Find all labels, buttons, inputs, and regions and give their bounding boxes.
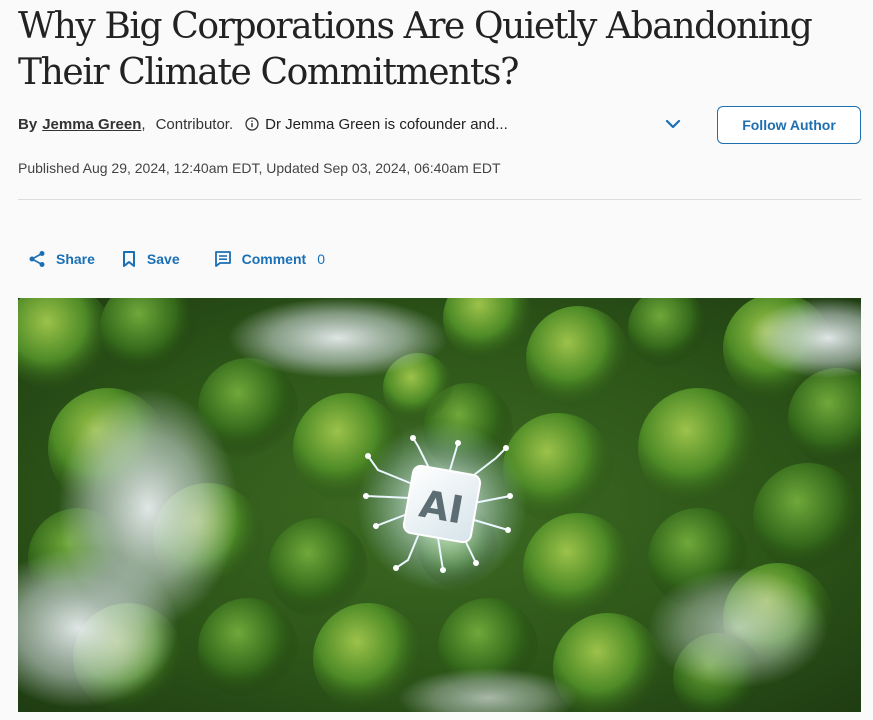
save-label: Save [146,251,180,267]
info-icon [245,117,259,131]
ai-chip-label: AI [416,482,467,533]
publish-date: Published Aug 29, 2024, 12:40am EDT, Upd… [18,160,501,176]
hero-image: AI [18,298,861,712]
comment-label: Comment [241,251,307,267]
share-icon [29,251,45,267]
divider [18,199,861,200]
save-button[interactable]: Save [121,250,180,268]
byline-comma: , [141,115,146,133]
byline-prefix: By [18,115,38,133]
author-bio: Dr Jemma Green is cofounder and... [265,115,508,133]
author-role: Contributor. [155,115,234,133]
comment-button[interactable]: Comment 0 [214,250,325,268]
chevron-down-icon[interactable] [662,114,684,134]
share-button[interactable]: Share [28,250,95,268]
article-headline: Why Big Corporations Are Quietly Abandon… [18,6,813,93]
share-label: Share [56,251,95,267]
follow-author-button[interactable]: Follow Author [717,106,861,144]
bookmark-icon [122,251,135,267]
ai-chip-graphic: AI [357,421,527,591]
article-actions: Share Save Comment 0 [28,247,325,271]
author-link[interactable]: Jemma Green [42,116,141,133]
comment-icon [214,251,231,267]
comment-count: 0 [317,251,325,267]
